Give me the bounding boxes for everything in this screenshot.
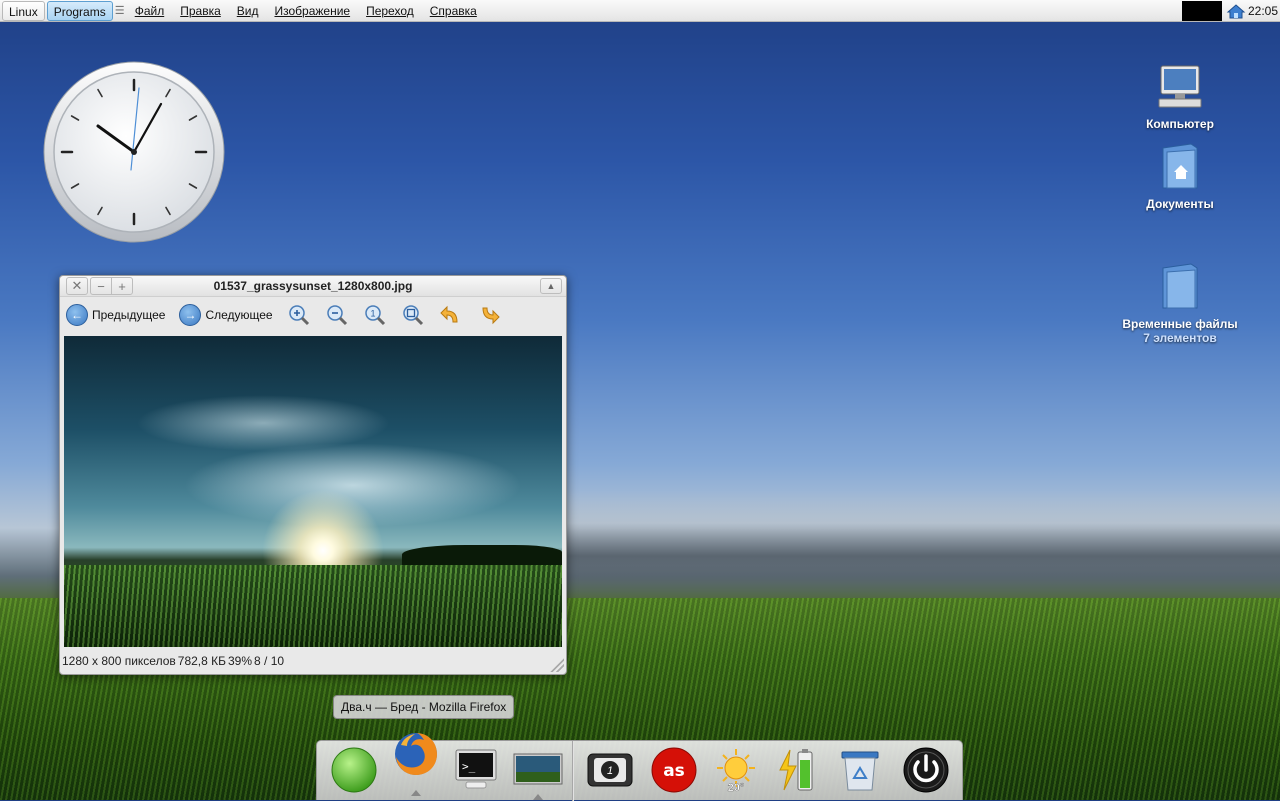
image-viewer-window: ✕ − + 01537_grassysunset_1280x800.jpg ▲ …	[59, 275, 567, 675]
wallpaper-clouds	[560, 490, 1280, 600]
dock-item-lastfm[interactable]: as	[647, 743, 701, 797]
running-indicator	[411, 790, 421, 796]
desktop-icon-sublabel: 7 элементов	[1143, 331, 1217, 345]
dock-tooltip: Два.ч — Бред - Mozilla Firefox	[333, 695, 515, 719]
image-display[interactable]	[64, 336, 562, 647]
previous-button[interactable]: ← Предыдущее	[66, 304, 165, 326]
lastfm-icon: as	[651, 747, 697, 793]
temp-folder-icon	[1162, 263, 1198, 309]
desktop-icon-label: Компьютер	[1146, 117, 1214, 131]
trash-icon	[841, 751, 879, 791]
resize-grip[interactable]	[550, 658, 564, 672]
previous-label: Предыдущее	[92, 308, 166, 322]
dock-item-green[interactable]	[327, 743, 381, 797]
desktop-icon-documents[interactable]: Документы	[1115, 142, 1245, 211]
arrow-right-icon: →	[179, 304, 202, 326]
dock-item-battery[interactable]	[769, 743, 823, 797]
dock-item-firefox[interactable]	[389, 727, 443, 796]
zoom-in-icon[interactable]	[287, 303, 311, 327]
top-menubar: Linux Programs ☰ Файл Правка Вид Изображ…	[0, 0, 1280, 22]
dock-item-weather[interactable]: 20°	[709, 743, 763, 797]
window-title: 01537_grassysunset_1280x800.jpg	[213, 279, 413, 293]
photo-grass	[64, 565, 562, 647]
rotate-left-icon[interactable]	[439, 303, 463, 327]
documents-folder-icon	[1162, 143, 1198, 189]
network-icon[interactable]	[1226, 2, 1246, 20]
dock-item-clock-app[interactable]: 1	[583, 743, 637, 797]
maximize-icon[interactable]: +	[112, 278, 132, 294]
image-dimensions: 1280 x 800 пикселов	[62, 654, 176, 668]
menu-file[interactable]: Файл	[127, 4, 173, 18]
minimize-icon[interactable]: −	[91, 278, 112, 294]
dock-item-screen-preview[interactable]	[511, 743, 565, 800]
screen-preview-icon	[513, 753, 563, 785]
desktop-icon-temp-files[interactable]: Временные файлы 7 элементов	[1115, 262, 1245, 345]
panel-clock[interactable]: 22:05	[1248, 4, 1278, 18]
firefox-icon	[395, 733, 437, 775]
desktop-icon-label: Документы	[1146, 197, 1214, 211]
weather-temperature: 20°	[728, 782, 745, 794]
arrow-left-icon: ←	[66, 304, 88, 326]
menu-view[interactable]: Вид	[229, 4, 267, 18]
dock-item-trash[interactable]	[833, 743, 887, 797]
dock-separator	[572, 741, 574, 801]
zoom-fit-icon[interactable]	[401, 303, 425, 327]
menu-image[interactable]: Изображение	[266, 4, 358, 18]
next-label: Следующее	[205, 308, 273, 322]
image-position: 8 / 10	[254, 654, 285, 668]
terminal-icon: >_	[455, 749, 497, 789]
window-titlebar[interactable]: ✕ − + 01537_grassysunset_1280x800.jpg ▲	[60, 276, 566, 297]
desktop-icon-label: Временные файлы	[1122, 317, 1238, 331]
menu-help[interactable]: Справка	[422, 4, 485, 18]
close-icon[interactable]: ✕	[67, 278, 87, 294]
menu-handle-icon: ☰	[114, 5, 125, 17]
dock-bar: >_ 1 as 20°	[316, 733, 963, 801]
clock-app-icon: 1	[587, 753, 633, 787]
viewer-statusbar: 1280 x 800 пикселов 782,8 КБ 39% 8 / 10	[60, 648, 566, 674]
zoom-out-icon[interactable]	[325, 303, 349, 327]
menu-go[interactable]: Переход	[358, 4, 422, 18]
next-button[interactable]: → Следующее	[179, 304, 273, 326]
programs-menu-button[interactable]: Programs	[46, 0, 113, 21]
system-monitor-applet[interactable]	[1181, 0, 1222, 21]
dock-item-terminal[interactable]: >_	[449, 743, 503, 797]
menu-edit[interactable]: Правка	[172, 4, 229, 18]
linux-menu-button[interactable]: Linux	[2, 0, 45, 21]
shade-icon[interactable]: ▲	[540, 278, 562, 294]
weather-icon: 20°	[717, 749, 755, 794]
power-icon	[903, 747, 949, 793]
rotate-right-icon[interactable]	[477, 303, 501, 327]
desktop-icon-computer[interactable]: Компьютер	[1115, 62, 1245, 131]
svg-text:>_: >_	[462, 760, 476, 773]
image-filesize: 782,8 КБ	[177, 654, 226, 668]
svg-text:as: as	[663, 761, 685, 781]
viewer-toolbar: ← Предыдущее → Следующее 1	[60, 297, 566, 333]
green-circle-icon	[331, 747, 377, 793]
image-zoom: 39%	[228, 654, 253, 668]
svg-text:1: 1	[370, 309, 375, 319]
svg-text:1: 1	[607, 765, 613, 777]
zoom-original-icon[interactable]: 1	[363, 303, 387, 327]
analog-clock-widget[interactable]	[42, 60, 226, 244]
dock-item-power[interactable]	[899, 743, 953, 797]
battery-icon	[779, 749, 813, 791]
computer-icon	[1158, 65, 1202, 108]
running-indicator	[533, 794, 543, 800]
